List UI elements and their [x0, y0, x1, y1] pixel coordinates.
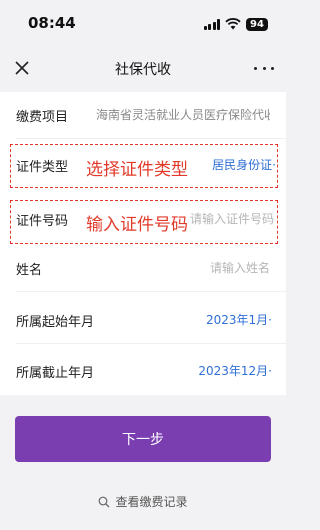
- signal-icon: [203, 18, 220, 30]
- end-month-select[interactable]: 2023年12月·: [198, 362, 272, 379]
- row-end-month[interactable]: 所属截止年月 2023年12月·: [0, 348, 286, 394]
- row-payment-item[interactable]: 缴费项目 海南省灵活就业人员医疗保险代收: [0, 92, 286, 138]
- name-label: 姓名: [16, 263, 43, 278]
- more-icon[interactable]: [254, 58, 274, 78]
- view-payment-history-link[interactable]: 查看缴费记录: [0, 493, 286, 510]
- nav-bar: 社保代收: [0, 48, 286, 90]
- battery-icon: 94: [246, 17, 268, 31]
- annotation-enter-id-number: 输入证件号码: [86, 215, 188, 235]
- row-start-month[interactable]: 所属起始年月 2023年1月·: [0, 297, 286, 343]
- name-input[interactable]: 请输入姓名: [210, 259, 270, 276]
- row-name[interactable]: 姓名 请输入姓名: [0, 245, 286, 291]
- start-month-label: 所属起始年月: [16, 315, 95, 330]
- status-bar: 08:44 94: [0, 0, 286, 48]
- divider: [16, 291, 286, 292]
- annotation-select-id-type: 选择证件类型: [86, 160, 188, 180]
- payment-item-value: 海南省灵活就业人员医疗保险代收: [96, 108, 270, 122]
- status-time: 08:44: [28, 14, 76, 32]
- end-month-label: 所属截止年月: [16, 366, 95, 381]
- divider: [16, 343, 286, 344]
- payment-item-label: 缴费项目: [16, 110, 69, 125]
- wifi-icon: [225, 18, 241, 30]
- page-title: 社保代收: [115, 62, 171, 78]
- view-payment-history-label: 查看缴费记录: [115, 495, 188, 509]
- payment-form: 缴费项目 海南省灵活就业人员医疗保险代收 证件类型 居民身份证· 选择证件类型 …: [0, 92, 286, 395]
- divider: [16, 138, 286, 139]
- status-icons: 94: [203, 17, 268, 31]
- start-month-select[interactable]: 2023年1月·: [206, 311, 272, 328]
- search-icon: [99, 496, 110, 507]
- next-step-button[interactable]: 下一步: [15, 416, 271, 462]
